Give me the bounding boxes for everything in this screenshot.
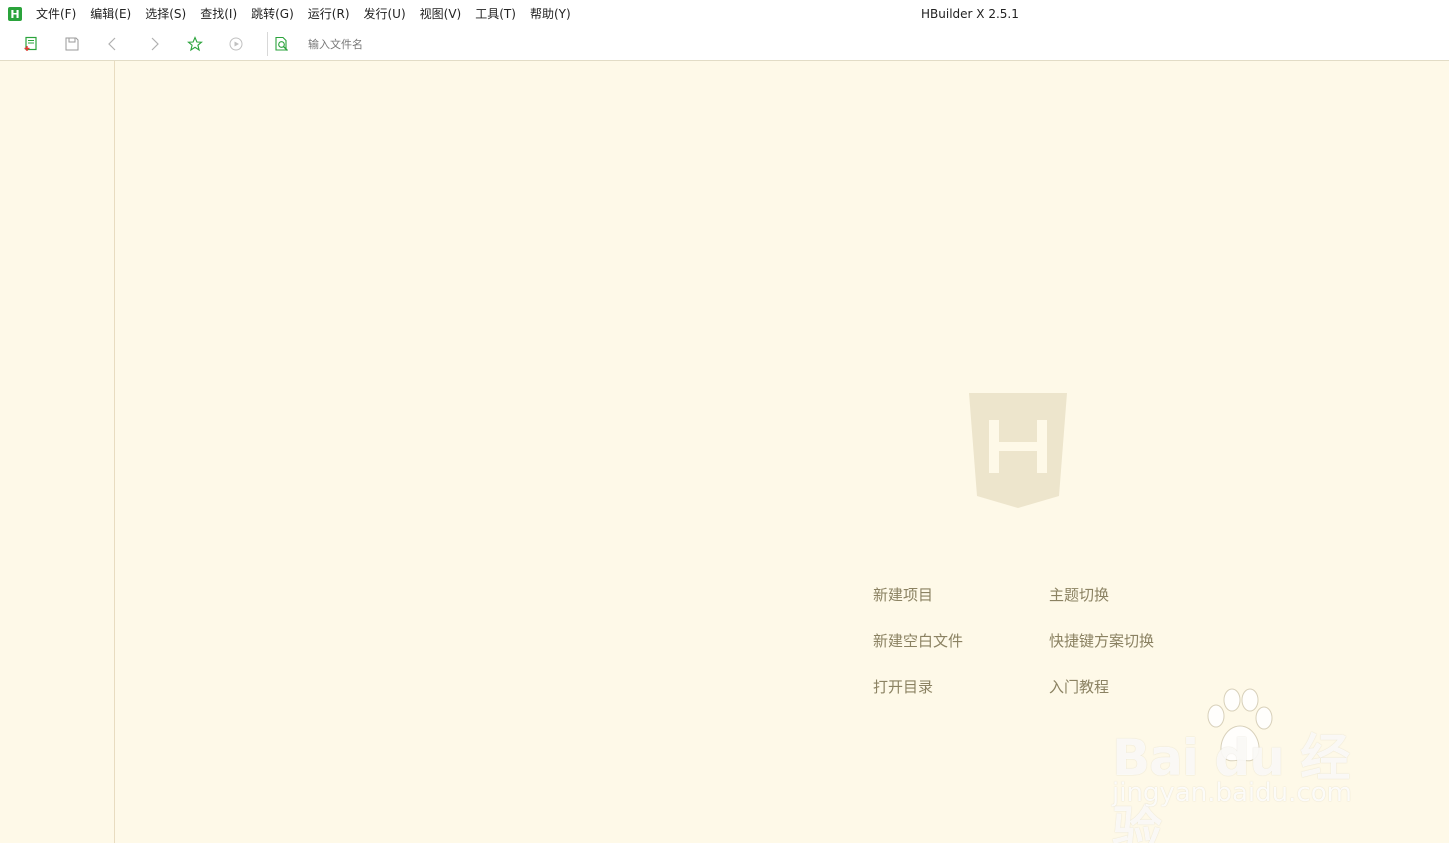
file-search-input[interactable] (308, 34, 588, 54)
menu-run[interactable]: 运行(R) (301, 0, 357, 28)
menu-view[interactable]: 视图(V) (413, 0, 469, 28)
open-directory-link[interactable]: 打开目录 (873, 676, 933, 697)
toolbar (0, 28, 1449, 61)
welcome-page: 新建项目 新建空白文件 打开目录 主题切换 快捷键方案切换 入门教程 (115, 61, 1449, 843)
hbuilder-window: H 文件(F) 编辑(E) 选择(S) 查找(I) 跳转(G) 运行(R) 发行… (0, 0, 1449, 843)
menu-bar: 文件(F) 编辑(E) 选择(S) 查找(I) 跳转(G) 运行(R) 发行(U… (32, 0, 578, 28)
keymap-switch-link[interactable]: 快捷键方案切换 (1049, 630, 1154, 651)
hbuilder-logo-icon (969, 393, 1067, 508)
new-blank-file-link[interactable]: 新建空白文件 (873, 630, 963, 651)
new-file-icon (24, 36, 37, 51)
menu-tools[interactable]: 工具(T) (468, 0, 523, 28)
menu-edit[interactable]: 编辑(E) (83, 0, 138, 28)
menu-help[interactable]: 帮助(Y) (523, 0, 578, 28)
run-icon (229, 37, 243, 51)
menu-select[interactable]: 选择(S) (138, 0, 193, 28)
save-button[interactable] (64, 36, 80, 52)
back-icon (108, 37, 116, 51)
back-button[interactable] (105, 36, 121, 52)
file-search-icon[interactable] (274, 36, 290, 52)
forward-button[interactable] (146, 36, 162, 52)
save-icon (65, 37, 79, 51)
file-search-box (267, 32, 598, 56)
forward-icon (151, 37, 159, 51)
theme-switch-link[interactable]: 主题切换 (1049, 584, 1109, 605)
menu-goto[interactable]: 跳转(G) (244, 0, 301, 28)
star-icon (187, 36, 203, 52)
run-button[interactable] (228, 36, 244, 52)
title-bar: H 文件(F) 编辑(E) 选择(S) 查找(I) 跳转(G) 运行(R) 发行… (0, 0, 1449, 28)
app-logo-icon: H (8, 7, 22, 21)
new-project-link[interactable]: 新建项目 (873, 584, 933, 605)
new-file-button[interactable] (23, 36, 39, 52)
menu-publish[interactable]: 发行(U) (357, 0, 413, 28)
tutorial-link[interactable]: 入门教程 (1049, 676, 1109, 697)
menu-file[interactable]: 文件(F) (32, 0, 83, 28)
window-title: HBuilder X 2.5.1 (921, 7, 1019, 21)
menu-find[interactable]: 查找(I) (193, 0, 244, 28)
favorite-button[interactable] (187, 36, 203, 52)
project-explorer[interactable] (0, 61, 115, 843)
